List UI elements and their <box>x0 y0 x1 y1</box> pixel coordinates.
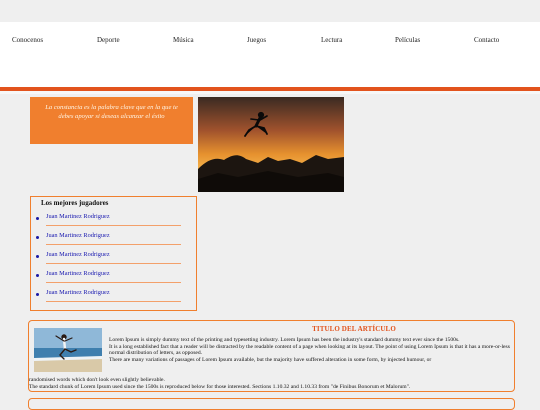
divider <box>46 263 181 264</box>
quote-text: La constancia es la palabra clave que en… <box>45 104 178 120</box>
top-players-panel: Los mejores jugadores Juan Martinez Rodr… <box>30 196 197 311</box>
divider <box>46 225 181 226</box>
nav-item-deporte[interactable]: Deporte <box>97 36 120 44</box>
article-image <box>34 328 102 372</box>
players-title: Los mejores jugadores <box>41 199 109 207</box>
divider <box>46 244 181 245</box>
top-strip <box>0 0 540 22</box>
nav-item-contacto[interactable]: Contacto <box>474 36 499 44</box>
list-item: Juan Martinez Rodriguez <box>31 270 196 286</box>
article-paragraph: The standard chunk of Lorem Ipsum used s… <box>29 383 411 390</box>
bullet-icon <box>36 217 39 220</box>
nav-item-musica[interactable]: Música <box>173 36 194 44</box>
article-card: TITULO DEL ARTÍCULO Lorem Ipsum is simpl… <box>28 320 515 392</box>
bullet-icon <box>36 293 39 296</box>
article-paragraph: Lorem Ipsum is simply dummy text of the … <box>109 337 460 343</box>
bullet-icon <box>36 236 39 239</box>
article-body-wide: randomised words which don't look even s… <box>29 377 513 390</box>
main-nav: Conocenos Deporte Música Juegos Lectura … <box>0 22 540 87</box>
hero-image <box>198 97 344 192</box>
list-item: Juan Martinez Rodriguez <box>31 213 196 229</box>
nav-item-juegos[interactable]: Juegos <box>247 36 266 44</box>
bullet-icon <box>36 255 39 258</box>
nav-item-conocenos[interactable]: Conocenos <box>12 36 43 44</box>
bullet-icon <box>36 274 39 277</box>
nav-item-lectura[interactable]: Lectura <box>321 36 342 44</box>
article-body: Lorem Ipsum is simply dummy text of the … <box>109 337 513 363</box>
next-article-card <box>28 398 515 410</box>
nav-divider-shadow <box>0 91 540 94</box>
divider <box>46 301 181 302</box>
list-item: Juan Martinez Rodriguez <box>31 289 196 305</box>
player-link[interactable]: Juan Martinez Rodriguez <box>46 270 110 277</box>
article-title: TITULO DEL ARTÍCULO <box>312 325 396 333</box>
player-link[interactable]: Juan Martinez Rodriguez <box>46 251 110 258</box>
silhouette-jumper-icon <box>198 97 344 192</box>
divider <box>46 282 181 283</box>
article-paragraph: There are many variations of passages of… <box>109 356 432 363</box>
list-item: Juan Martinez Rodriguez <box>31 232 196 248</box>
nav-item-peliculas[interactable]: Películas <box>395 36 420 44</box>
quote-box: La constancia es la palabra clave que en… <box>30 97 193 144</box>
player-link[interactable]: Juan Martinez Rodriguez <box>46 232 110 239</box>
article-paragraph: It is a long established fact that a rea… <box>109 343 510 357</box>
player-link[interactable]: Juan Martinez Rodriguez <box>46 213 110 220</box>
beach-jumper-icon <box>34 328 102 372</box>
list-item: Juan Martinez Rodriguez <box>31 251 196 267</box>
player-link[interactable]: Juan Martinez Rodriguez <box>46 289 110 296</box>
article-paragraph: randomised words which don't look even s… <box>29 377 165 383</box>
